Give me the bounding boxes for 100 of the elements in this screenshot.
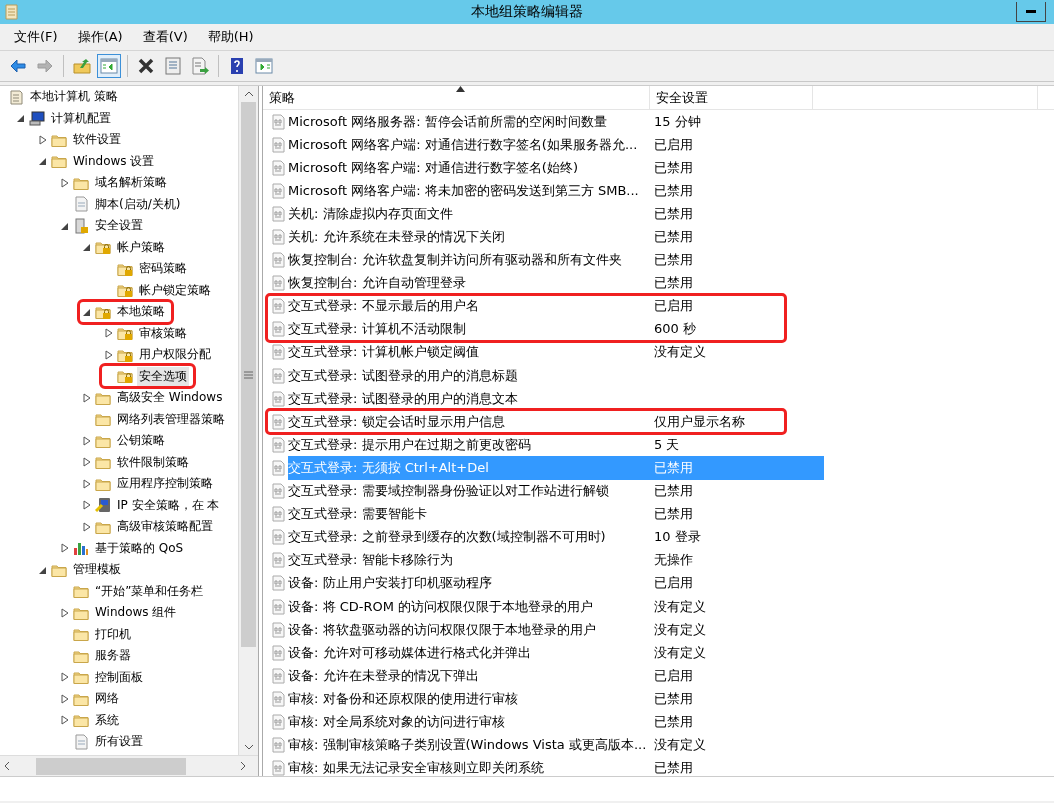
tree-item[interactable]: 所有设置	[93, 732, 145, 752]
expand-arrow-icon[interactable]	[60, 607, 70, 618]
tree-item[interactable]: 基于策略的 QoS	[93, 538, 186, 558]
tree-item[interactable]: 软件设置	[71, 130, 123, 150]
tree-item[interactable]: 应用程序控制策略	[115, 474, 215, 494]
document-icon	[8, 88, 25, 105]
tree-item[interactable]: 网络列表管理器策略	[115, 409, 227, 429]
tree-item[interactable]: 管理模板	[71, 560, 123, 580]
policy-row[interactable]: 审核: 对备份和还原权限的使用进行审核 已禁用	[288, 687, 824, 711]
policy-icon	[270, 321, 286, 338]
column-header[interactable]: 安全设置	[650, 86, 813, 109]
column-header[interactable]: 策略	[263, 86, 650, 109]
menu-item[interactable]: 文件(F)	[6, 26, 66, 48]
tree-item[interactable]: 脚本(启动/关机)	[93, 194, 183, 214]
policy-icon	[270, 667, 286, 684]
expand-arrow-icon[interactable]	[82, 392, 92, 403]
policy-row[interactable]: 设备: 将 CD-ROM 的访问权限仅限于本地登录的用户 没有定义	[288, 594, 824, 619]
policy-row[interactable]: 审核: 如果无法记录安全审核则立即关闭系统 已禁用	[288, 756, 824, 776]
policy-row[interactable]: 交互式登录: 试图登录的用户的消息文本	[288, 387, 824, 411]
tree-item[interactable]: 本地计算机 策略	[28, 87, 120, 107]
policy-name: 交互式登录: 无须按 Ctrl+Alt+Del	[288, 458, 490, 477]
tree-item[interactable]: 审核策略	[137, 323, 189, 343]
policy-row[interactable]: 关机: 清除虚拟内存页面文件 已禁用	[288, 202, 824, 226]
expand-arrow-icon[interactable]	[82, 500, 92, 511]
expand-arrow-icon[interactable]	[60, 543, 70, 554]
policy-setting: 已禁用	[653, 158, 693, 177]
policy-row[interactable]: 交互式登录: 需要智能卡 已禁用	[288, 502, 824, 526]
collapse-arrow-icon[interactable]	[38, 156, 48, 167]
policy-row[interactable]: 关机: 允许系统在未登录的情况下关闭 已禁用	[288, 225, 824, 249]
policy-row[interactable]: 交互式登录: 试图登录的用户的消息标题	[288, 364, 824, 388]
expand-arrow-icon[interactable]	[38, 134, 48, 145]
collapse-arrow-icon[interactable]	[82, 242, 92, 253]
policy-row[interactable]: 交互式登录: 之前登录到缓存的次数(域控制器不可用时) 10 登录	[288, 525, 824, 549]
policy-row[interactable]: 交互式登录: 不显示最后的用户名 已启用	[288, 294, 785, 318]
policy-row[interactable]: 审核: 强制审核策略子类别设置(Windows Vista 或更高版本... 没有定义	[288, 733, 824, 757]
tree-item[interactable]: 计算机配置	[49, 108, 113, 128]
expand-arrow-icon[interactable]	[82, 435, 92, 446]
policy-row[interactable]: Microsoft 网络客户端: 对通信进行数字签名(如果服务器允... 已启用	[288, 133, 824, 157]
tree-item[interactable]: 网络	[93, 689, 121, 709]
expand-arrow-icon[interactable]	[104, 328, 114, 339]
menu-item[interactable]: 查看(V)	[134, 26, 196, 48]
tree-item[interactable]: 服务器	[93, 646, 133, 666]
tree-item[interactable]: 帐户策略	[115, 237, 167, 257]
policy-row[interactable]: Microsoft 网络服务器: 暂停会话前所需的空闲时间数量 15 分钟	[288, 110, 824, 134]
server-lock-icon	[73, 217, 90, 234]
tree-item[interactable]: 帐户锁定策略	[137, 280, 213, 300]
expand-arrow-icon[interactable]	[60, 672, 70, 683]
policy-row[interactable]: 交互式登录: 计算机不活动限制 600 秒	[288, 317, 785, 341]
tree-item[interactable]: IP 安全策略，在 本	[115, 495, 222, 515]
policy-row[interactable]: 交互式登录: 智能卡移除行为 无操作	[288, 548, 824, 572]
menu-item[interactable]: 帮助(H)	[199, 26, 262, 48]
policy-row[interactable]: 审核: 对全局系统对象的访问进行审核 已禁用	[288, 710, 824, 734]
scrollbar[interactable]	[0, 755, 258, 776]
tree-item[interactable]: 域名解析策略	[93, 173, 169, 193]
policy-row[interactable]: Microsoft 网络客户端: 对通信进行数字签名(始终) 已禁用	[288, 156, 824, 180]
tree-item[interactable]: 公钥策略	[115, 431, 167, 451]
tree-item[interactable]: “开始”菜单和任务栏	[93, 581, 206, 601]
policy-row[interactable]: 设备: 将软盘驱动器的访问权限仅限于本地登录的用户 没有定义	[288, 618, 824, 642]
tree-item[interactable]: Windows 组件	[93, 603, 179, 623]
expand-arrow-icon[interactable]	[60, 693, 70, 704]
tree-item[interactable]: 控制面板	[93, 667, 145, 687]
policy-row[interactable]: 交互式登录: 提示用户在过期之前更改密码 5 天	[288, 433, 824, 457]
policy-row[interactable]: 交互式登录: 计算机帐户锁定阈值 没有定义	[288, 340, 824, 365]
expand-arrow-icon[interactable]	[104, 349, 114, 360]
minimize-button[interactable]	[1016, 2, 1046, 22]
tree-item[interactable]: 系统	[93, 710, 121, 730]
expand-arrow-icon[interactable]	[60, 177, 70, 188]
policy-setting: 无操作	[653, 551, 693, 570]
policy-row[interactable]: 恢复控制台: 允许软盘复制并访问所有驱动器和所有文件夹 已禁用	[288, 248, 824, 272]
policy-row[interactable]: Microsoft 网络客户端: 将未加密的密码发送到第三方 SMB... 已禁用	[288, 179, 824, 203]
tree-item[interactable]: 本地策略	[115, 302, 167, 322]
policy-row[interactable]: 设备: 允许在未登录的情况下弹出 已启用	[288, 664, 824, 688]
folder-icon	[51, 153, 68, 170]
policy-row[interactable]: 恢复控制台: 允许自动管理登录 已禁用	[288, 271, 824, 295]
policy-icon	[270, 690, 286, 707]
tree-item[interactable]: 高级安全 Windows	[115, 388, 225, 408]
policy-row[interactable]: 交互式登录: 需要域控制器身份验证以对工作站进行解锁 已禁用	[288, 479, 824, 503]
sort-icon	[456, 86, 465, 92]
collapse-arrow-icon[interactable]	[16, 113, 26, 124]
tree-item[interactable]: 打印机	[93, 624, 133, 644]
expand-arrow-icon[interactable]	[82, 521, 92, 532]
policy-row[interactable]: 设备: 允许对可移动媒体进行格式化并弹出 没有定义	[288, 641, 824, 665]
folder-icon	[73, 626, 90, 643]
policy-row[interactable]: 交互式登录: 锁定会话时显示用户信息 仅用户显示名称	[288, 410, 785, 434]
expand-arrow-icon[interactable]	[60, 715, 70, 726]
tree-item[interactable]: 密码策略	[137, 259, 189, 279]
tree-item[interactable]: Windows 设置	[71, 151, 157, 171]
tree-item[interactable]: 用户权限分配	[137, 345, 213, 365]
tree-item[interactable]: 安全设置	[93, 216, 145, 236]
expand-arrow-icon[interactable]	[82, 457, 92, 468]
policy-row[interactable]: 设备: 防止用户安装打印机驱动程序 已启用	[288, 571, 824, 595]
expand-arrow-icon[interactable]	[82, 478, 92, 489]
tree-item[interactable]: 高级审核策略配置	[115, 517, 215, 537]
scrollbar[interactable]	[238, 86, 258, 755]
tree-item[interactable]: 软件限制策略	[115, 452, 191, 472]
policy-setting: 已启用	[653, 574, 693, 593]
folder-icon	[95, 411, 112, 428]
tree-item[interactable]: 安全选项	[137, 366, 189, 386]
menu-item[interactable]: 操作(A)	[69, 26, 131, 48]
policy-icon	[270, 159, 286, 176]
